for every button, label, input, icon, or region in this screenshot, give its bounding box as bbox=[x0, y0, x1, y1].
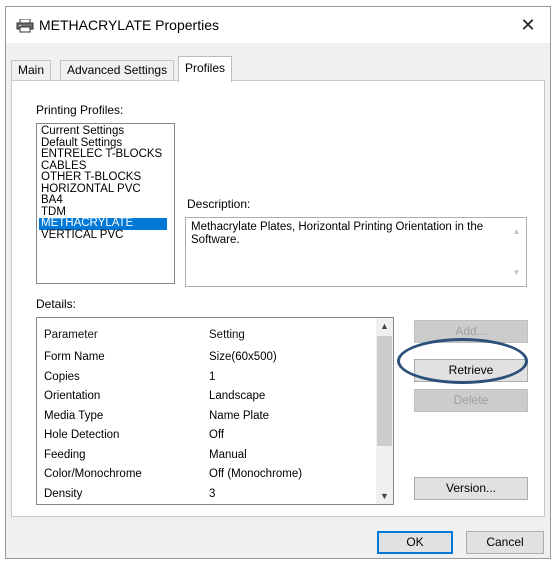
parameter-cell: Hole Detection bbox=[44, 429, 120, 441]
scroll-down-icon[interactable]: ▼ bbox=[508, 266, 525, 279]
parameter-cell: Feeding bbox=[44, 448, 86, 461]
parameter-cell: Copies bbox=[44, 370, 80, 383]
scroll-up-icon[interactable]: ▲ bbox=[508, 225, 525, 238]
parameter-cell: Density bbox=[44, 487, 83, 500]
printing-profiles-label: Printing Profiles: bbox=[36, 103, 124, 117]
tab-profiles[interactable]: Profiles bbox=[178, 56, 233, 82]
profile-item[interactable]: OTHER T-BLOCKS bbox=[39, 171, 174, 184]
profiles-panel: Printing Profiles: Current Settings Defa… bbox=[11, 80, 545, 517]
description-label: Description: bbox=[187, 197, 251, 211]
parameter-cell: Orientation bbox=[44, 390, 101, 402]
cancel-button[interactable]: Cancel bbox=[466, 531, 544, 554]
description-scrollbar[interactable]: ▲ ▼ bbox=[508, 219, 525, 285]
close-button[interactable]: ✕ bbox=[506, 7, 550, 43]
retrieve-highlight-annotation bbox=[397, 338, 528, 384]
version-button[interactable]: Version... bbox=[414, 477, 528, 500]
tab-main[interactable]: Main bbox=[11, 60, 52, 81]
parameter-cell: Form Name bbox=[44, 351, 105, 363]
setting-cell: Name Plate bbox=[209, 409, 270, 422]
details-scrollbar[interactable]: ▲ ▼ bbox=[376, 318, 393, 504]
title-bar: METHACRYLATE Properties ✕ bbox=[6, 7, 550, 43]
printer-icon bbox=[16, 18, 34, 33]
scroll-up-icon[interactable]: ▲ bbox=[376, 321, 393, 331]
ok-button[interactable]: OK bbox=[377, 531, 453, 554]
details-label: Details: bbox=[36, 297, 77, 311]
scroll-down-icon[interactable]: ▼ bbox=[376, 491, 393, 501]
setting-cell: Off (Monochrome) bbox=[209, 468, 303, 480]
column-header-setting: Setting bbox=[209, 329, 245, 341]
parameter-cell: Color/Monochrome bbox=[44, 468, 142, 480]
profile-item[interactable]: ENTRELEC T-BLOCKS bbox=[39, 148, 174, 161]
tab-advanced-settings[interactable]: Advanced Settings bbox=[60, 60, 175, 81]
setting-cell: Size(60x500) bbox=[209, 351, 277, 363]
printing-profiles-list[interactable]: Current Settings Default Settings ENTREL… bbox=[36, 123, 175, 284]
description-textbox[interactable]: Methacrylate Plates, Horizontal Printing… bbox=[185, 217, 527, 287]
setting-cell: Landscape bbox=[209, 390, 266, 402]
details-table[interactable]: Parameter Setting Form Name Size(60x500)… bbox=[36, 317, 394, 505]
profile-item[interactable]: Current Settings bbox=[39, 125, 174, 138]
window-title: METHACRYLATE Properties bbox=[39, 17, 219, 33]
column-header-parameter: Parameter bbox=[44, 329, 98, 341]
properties-dialog: METHACRYLATE Properties ✕ Main Advanced … bbox=[5, 6, 551, 559]
profile-item-selected[interactable]: METHACRYLATE bbox=[39, 217, 167, 230]
parameter-cell: Media Type bbox=[44, 409, 104, 422]
delete-button[interactable]: Delete bbox=[414, 389, 528, 412]
setting-cell: 3 bbox=[209, 487, 216, 500]
profile-item[interactable]: BA4 bbox=[39, 194, 174, 207]
setting-cell: Off bbox=[209, 429, 225, 441]
setting-cell: Manual bbox=[209, 448, 247, 461]
setting-cell: 1 bbox=[209, 370, 216, 383]
profile-item[interactable]: VERTICAL PVC bbox=[39, 229, 174, 242]
description-text: Methacrylate Plates, Horizontal Printing… bbox=[191, 221, 484, 246]
scrollbar-thumb[interactable] bbox=[377, 336, 392, 446]
